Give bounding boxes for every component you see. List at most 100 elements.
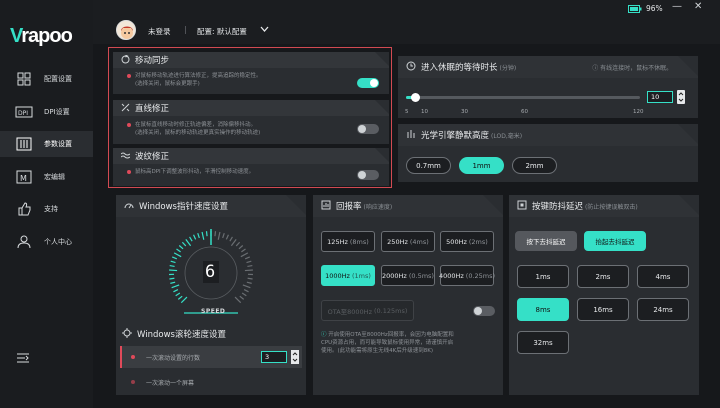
lod-title: 光学引擎静默高度 [421, 131, 490, 141]
ota-note-2: CPU资源占用，而可能导致鼠标使用异常，请谨慎开启 [321, 340, 454, 346]
sidebar-item-label: 宏编辑 [44, 173, 65, 181]
debounce-4ms[interactable]: 4ms [637, 265, 689, 288]
pointer-speed-value: 6 [205, 262, 216, 282]
scroll-lines-stepper[interactable] [291, 350, 299, 364]
rate-4000hz[interactable]: 4000Hz (0.25ms) [439, 265, 495, 286]
sidebar-item-profile[interactable]: 配置设置 [0, 66, 93, 92]
profile-selector[interactable]: 配置: 默认配置 [197, 26, 247, 37]
gauge-tick [238, 245, 244, 250]
sliders-icon [14, 136, 34, 152]
rate-250hz[interactable]: 250Hz (4ms) [381, 231, 435, 252]
pointer-speed-panel: Windows指针速度设置 6 SPEED Windows滚轮速度设置 一次滚动… [116, 195, 306, 395]
lod-panel: 光学引擎静默高度 (LOD,毫米) 0.7mm 1mm 2mm [398, 124, 698, 182]
radio-icon [131, 380, 135, 384]
ota-note-1: 开启使用OTA至8000Hz回报率，会因为电脑配置和 [328, 332, 454, 338]
gauge-tick [247, 277, 253, 280]
sleep-slider-handle[interactable] [411, 93, 421, 102]
sidebar-item-dpi[interactable]: DPI DPI设置 [0, 99, 93, 125]
gauge-tick [246, 281, 252, 284]
polling-rate-panel: 回报率 (响应速度) 125Hz (8ms) 250Hz (4ms) 500Hz (2… [313, 195, 503, 395]
gauge-tick [177, 295, 183, 300]
debounce-32ms[interactable]: 32ms [517, 331, 569, 354]
avatar[interactable] [116, 20, 136, 40]
gauge-tick [178, 245, 184, 250]
lift-debounce-button[interactable]: 抬起去抖延迟 [584, 231, 646, 251]
press-debounce-button[interactable]: 按下去抖延迟 [515, 231, 577, 251]
battery-icon [628, 5, 642, 15]
ota-toggle[interactable] [473, 306, 495, 316]
debounce-2ms[interactable]: 2ms [577, 265, 629, 288]
debounce-24ms[interactable]: 24ms [637, 298, 689, 321]
gauge-tick [205, 231, 208, 237]
sidebar-item-label: 配置设置 [44, 75, 72, 83]
rate-2000hz[interactable]: 2000Hz (0.5ms) [381, 265, 435, 286]
sidebar-item-macro[interactable]: M 宏编辑 [0, 164, 93, 190]
gauge-tick [180, 296, 188, 304]
gauge-tick [170, 260, 176, 264]
sidebar-item-user[interactable]: 个人中心 [0, 229, 93, 255]
sleep-tick: 60 [521, 109, 528, 115]
grid-icon [14, 71, 34, 87]
svg-text:M: M [20, 174, 27, 183]
scroll-screen-label: 一次滚动一个屏幕 [146, 380, 195, 387]
close-button[interactable]: ✕ [694, 1, 702, 12]
gauge-icon [124, 200, 134, 212]
gauge-tick [176, 248, 181, 253]
pointer-speed-title: Windows指针速度设置 [139, 202, 228, 212]
rapoo-logo: Vrapoo [10, 25, 73, 47]
rate-1000hz[interactable]: 1000Hz (1ms) [321, 265, 375, 286]
minimize-button[interactable]: — [672, 1, 682, 12]
ota-note-3: 使用。(此功能需将原生无线4K后升级速到8K) [321, 348, 434, 354]
rate-ota-8000hz[interactable]: OTA至8000Hz (0.125ms) [321, 300, 414, 321]
gauge-tick [189, 236, 193, 242]
gauge-tick [185, 239, 192, 247]
highlight-frame [108, 47, 392, 188]
scroll-lines-option[interactable]: 一次滚动设置的行数 3 [120, 346, 302, 368]
lod-option-1mm[interactable]: 1mm [459, 157, 504, 174]
gauge-tick [171, 256, 178, 260]
gauge-tick [244, 269, 253, 272]
sidebar-item-support[interactable]: 支持 [0, 196, 93, 222]
gauge-tick [240, 252, 249, 258]
login-status[interactable]: 未登录 [148, 26, 171, 37]
scroll-lines-input[interactable]: 3 [261, 351, 287, 363]
debounce-16ms[interactable]: 16ms [577, 298, 629, 321]
debounce-panel: 按键防抖延迟 (防止按键误触双击) 按下去抖延迟 抬起去抖延迟 1ms 2ms … [509, 195, 699, 395]
battery-level: 96% [646, 4, 663, 13]
sleep-title: 进入休眠的等待时长 [421, 63, 498, 73]
sidebar-item-label: 个人中心 [44, 238, 72, 246]
sleep-tick: 30 [461, 109, 468, 115]
rate-125hz[interactable]: 125Hz (8ms) [321, 231, 375, 252]
gauge-tick [169, 277, 175, 280]
sleep-unit: (分钟) [499, 64, 517, 72]
lift-height-icon [406, 129, 416, 141]
scroll-screen-option[interactable]: 一次滚动一个屏幕 [120, 373, 302, 391]
gauge-tick [235, 241, 241, 247]
svg-text:DPI: DPI [18, 110, 28, 117]
menu-collapse-icon[interactable] [16, 352, 30, 366]
sleep-stepper[interactable] [677, 90, 685, 104]
sleep-slider-track[interactable] [406, 93, 640, 102]
rate-500hz[interactable]: 500Hz (2ms) [440, 231, 494, 252]
sidebar-item-params[interactable]: 参数设置 [0, 131, 93, 157]
chevron-down-icon[interactable] [260, 26, 269, 35]
speed-label: SPEED [201, 308, 226, 315]
sleep-tick: 120 [633, 109, 644, 115]
macro-icon: M [14, 169, 34, 185]
debounce-8ms[interactable]: 8ms [517, 298, 569, 321]
gauge-tick [239, 295, 245, 300]
debounce-1ms[interactable]: 1ms [517, 265, 569, 288]
lod-option-2mm[interactable]: 2mm [512, 157, 557, 174]
gauge-tick [243, 289, 249, 293]
gauge-tick [169, 269, 178, 272]
gauge-tick [234, 296, 242, 304]
gauge-tick [181, 241, 187, 247]
lod-option-0.7mm[interactable]: 0.7mm [406, 157, 451, 174]
sidebar-item-label: DPI设置 [44, 108, 70, 116]
sleep-panel: 进入休眠的等待时长 (分钟) ⓘ 有线连接时，鼠标不休眠。 5 10 30 60… [398, 56, 698, 118]
sidebar-item-label: 参数设置 [44, 140, 72, 148]
gauge-tick [201, 231, 205, 240]
gauge-tick [225, 234, 229, 240]
sleep-value-input[interactable]: 10 [647, 91, 673, 103]
gauge-tick [197, 232, 200, 239]
